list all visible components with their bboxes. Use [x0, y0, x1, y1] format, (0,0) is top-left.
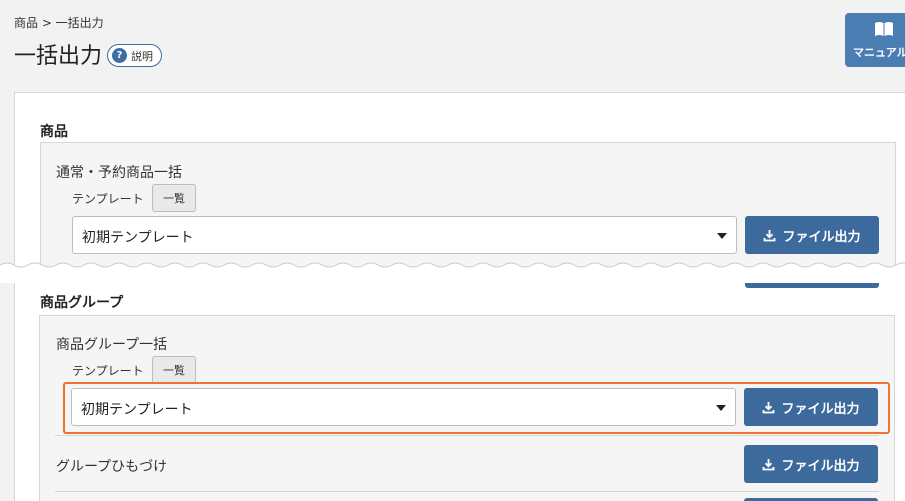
- section-title-group: 商品グループ: [40, 295, 124, 311]
- help-label: 説明: [131, 49, 153, 63]
- group-link-label: グループひもづけ: [56, 459, 168, 475]
- group-template-list-button[interactable]: 一覧: [152, 356, 196, 384]
- group-link-export-button[interactable]: ファイル出力: [744, 445, 878, 483]
- divider: [55, 491, 879, 492]
- product-card-heading: 通常・予約商品一括: [56, 165, 182, 181]
- chevron-down-icon: [717, 233, 727, 239]
- breadcrumb[interactable]: 商品 > 一括出力: [14, 14, 104, 31]
- manual-label: マニュアル: [853, 46, 905, 59]
- product-export-label: ファイル出力: [782, 229, 861, 245]
- group-export-button[interactable]: ファイル出力: [744, 388, 878, 426]
- download-icon: [763, 458, 775, 470]
- book-icon: [874, 21, 894, 41]
- torn-edge: [0, 262, 905, 283]
- question-icon: ?: [112, 48, 127, 63]
- product-template-value: 初期テンプレート: [82, 230, 194, 246]
- download-icon: [764, 229, 776, 241]
- manual-button[interactable]: マニュアル: [845, 13, 905, 67]
- help-button[interactable]: ? 説明: [107, 44, 162, 67]
- group-template-label: テンプレート: [72, 364, 144, 378]
- group-export-label: ファイル出力: [781, 401, 860, 417]
- group-template-value: 初期テンプレート: [81, 402, 193, 418]
- section-title-product: 商品: [40, 124, 68, 140]
- group-template-select[interactable]: 初期テンプレート: [71, 388, 736, 426]
- download-icon: [763, 401, 775, 413]
- divider: [55, 435, 879, 436]
- product-template-label: テンプレート: [72, 192, 144, 206]
- page: 商品 > 一括出力 一括出力 ? 説明 マニュアル 商品 通常・予約商品一括 テ…: [0, 0, 905, 501]
- product-export-button[interactable]: ファイル出力: [745, 216, 879, 254]
- product-template-select[interactable]: 初期テンプレート: [72, 216, 737, 254]
- page-title: 一括出力: [14, 44, 103, 69]
- product-template-list-button[interactable]: 一覧: [152, 184, 196, 212]
- group-card-heading: 商品グループ一括: [56, 337, 168, 353]
- group-link-export-label: ファイル出力: [781, 458, 860, 474]
- chevron-down-icon: [716, 405, 726, 411]
